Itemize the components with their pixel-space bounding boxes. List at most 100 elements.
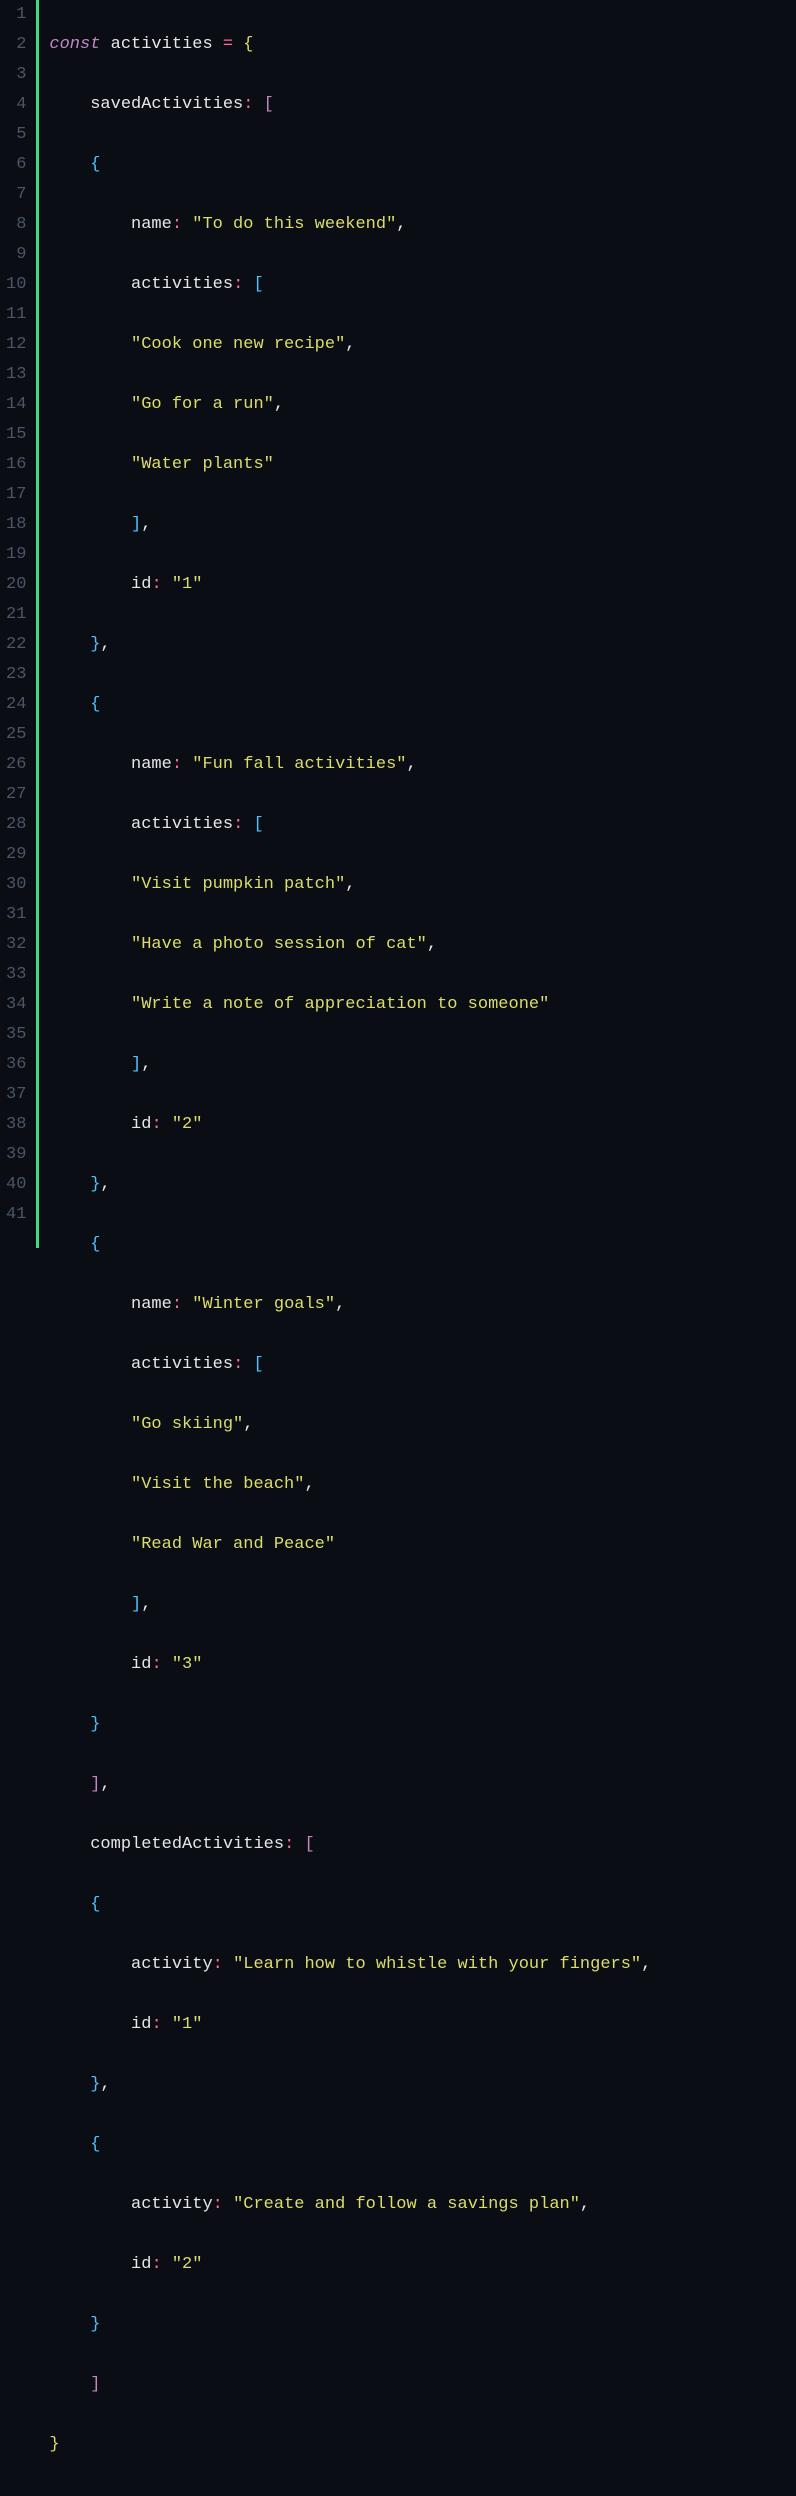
line-number: 12: [6, 330, 26, 360]
line-number: 35: [6, 1020, 26, 1050]
comma: ,: [274, 395, 284, 414]
code-line[interactable]: activity: "Create and follow a savings p…: [49, 2190, 651, 2220]
code-line[interactable]: savedActivities: [: [49, 90, 651, 120]
line-number: [6, 1230, 26, 1260]
string-literal: "2": [172, 1115, 203, 1134]
line-number: 4: [6, 90, 26, 120]
colon: :: [233, 275, 243, 294]
bracket-close: ]: [131, 515, 141, 534]
code-line[interactable]: id: "2": [49, 1110, 651, 1140]
brace-open: {: [90, 695, 100, 714]
comma: ,: [345, 875, 355, 894]
code-line[interactable]: completedActivities: [: [49, 1830, 651, 1860]
bracket-close: ]: [90, 1775, 100, 1794]
string-literal: "1": [172, 2015, 203, 2034]
code-line[interactable]: ],: [49, 1590, 651, 1620]
code-line[interactable]: {: [49, 690, 651, 720]
colon: :: [151, 1115, 161, 1134]
code-line[interactable]: "Go skiing",: [49, 1410, 651, 1440]
comma: ,: [396, 215, 406, 234]
property: activities: [131, 815, 233, 834]
brace-open: {: [243, 35, 253, 54]
code-line[interactable]: id: "1": [49, 570, 651, 600]
line-number: 23: [6, 660, 26, 690]
code-line[interactable]: activity: "Learn how to whistle with you…: [49, 1950, 651, 1980]
code-line[interactable]: },: [49, 630, 651, 660]
line-number: 1: [6, 0, 26, 30]
comma: ,: [407, 755, 417, 774]
code-line[interactable]: activities: [: [49, 810, 651, 840]
line-number: 29: [6, 840, 26, 870]
identifier: activities: [111, 35, 213, 54]
code-line[interactable]: {: [49, 1230, 651, 1260]
code-line[interactable]: },: [49, 1170, 651, 1200]
property: name: [131, 215, 172, 234]
code-line[interactable]: "Go for a run",: [49, 390, 651, 420]
property: activity: [131, 1955, 213, 1974]
code-line[interactable]: },: [49, 2070, 651, 2100]
comma: ,: [141, 1055, 151, 1074]
comma: ,: [304, 1475, 314, 1494]
brace-open: {: [90, 2135, 100, 2154]
line-number: 32: [6, 930, 26, 960]
property: savedActivities: [90, 95, 243, 114]
string-literal: "Water plants": [131, 455, 274, 474]
string-literal: "3": [172, 1655, 203, 1674]
code-line[interactable]: {: [49, 1890, 651, 1920]
code-line[interactable]: {: [49, 2130, 651, 2160]
code-line[interactable]: name: "To do this weekend",: [49, 210, 651, 240]
code-line[interactable]: id: "2": [49, 2250, 651, 2280]
code-line[interactable]: id: "1": [49, 2010, 651, 2040]
code-line[interactable]: {: [49, 150, 651, 180]
string-literal: "Visit the beach": [131, 1475, 304, 1494]
code-line[interactable]: ],: [49, 510, 651, 540]
code-line[interactable]: activities: [: [49, 1350, 651, 1380]
colon: :: [243, 95, 253, 114]
code-line[interactable]: activities: [: [49, 270, 651, 300]
brace-close: }: [49, 2435, 59, 2454]
line-number: 15: [6, 420, 26, 450]
code-line[interactable]: "Visit pumpkin patch",: [49, 870, 651, 900]
line-number: 27: [6, 780, 26, 810]
code-line[interactable]: ],: [49, 1770, 651, 1800]
colon: :: [151, 575, 161, 594]
bracket-close: ]: [131, 1595, 141, 1614]
line-number: 8: [6, 210, 26, 240]
code-line[interactable]: }: [49, 1710, 651, 1740]
code-line[interactable]: name: "Fun fall activities",: [49, 750, 651, 780]
brace-open: {: [90, 1895, 100, 1914]
line-number: 19: [6, 540, 26, 570]
code-line[interactable]: "Read War and Peace": [49, 1530, 651, 1560]
comma: ,: [100, 1775, 110, 1794]
code-line[interactable]: "Write a note of appreciation to someone…: [49, 990, 651, 1020]
property: id: [131, 1655, 151, 1674]
code-line[interactable]: "Water plants": [49, 450, 651, 480]
colon: :: [172, 755, 182, 774]
code-line[interactable]: "Cook one new recipe",: [49, 330, 651, 360]
line-number: 18: [6, 510, 26, 540]
bracket-open: [: [253, 815, 263, 834]
comma: ,: [100, 2075, 110, 2094]
line-number: 6: [6, 150, 26, 180]
brace-open: {: [90, 1235, 100, 1254]
colon: :: [172, 215, 182, 234]
string-literal: "Fun fall activities": [192, 755, 406, 774]
code-editor[interactable]: 1 2 3 4 5 6 7 8 9 10 11 12 13 14 15 16 1…: [0, 0, 796, 1248]
code-line[interactable]: "Visit the beach",: [49, 1470, 651, 1500]
code-line[interactable]: name: "Winter goals",: [49, 1290, 651, 1320]
comma: ,: [141, 1595, 151, 1614]
code-line[interactable]: id: "3": [49, 1650, 651, 1680]
code-line[interactable]: }: [49, 2430, 651, 2460]
code-content[interactable]: const activities = { savedActivities: [ …: [39, 0, 651, 1248]
property: id: [131, 575, 151, 594]
code-line[interactable]: }: [49, 2310, 651, 2340]
line-number-gutter: 1 2 3 4 5 6 7 8 9 10 11 12 13 14 15 16 1…: [0, 0, 36, 1248]
colon: :: [233, 815, 243, 834]
comma: ,: [141, 515, 151, 534]
code-line[interactable]: const activities = {: [49, 30, 651, 60]
brace-close: }: [90, 1175, 100, 1194]
code-line[interactable]: "Have a photo session of cat",: [49, 930, 651, 960]
code-line[interactable]: ]: [49, 2370, 651, 2400]
code-line[interactable]: ],: [49, 1050, 651, 1080]
colon: :: [172, 1295, 182, 1314]
